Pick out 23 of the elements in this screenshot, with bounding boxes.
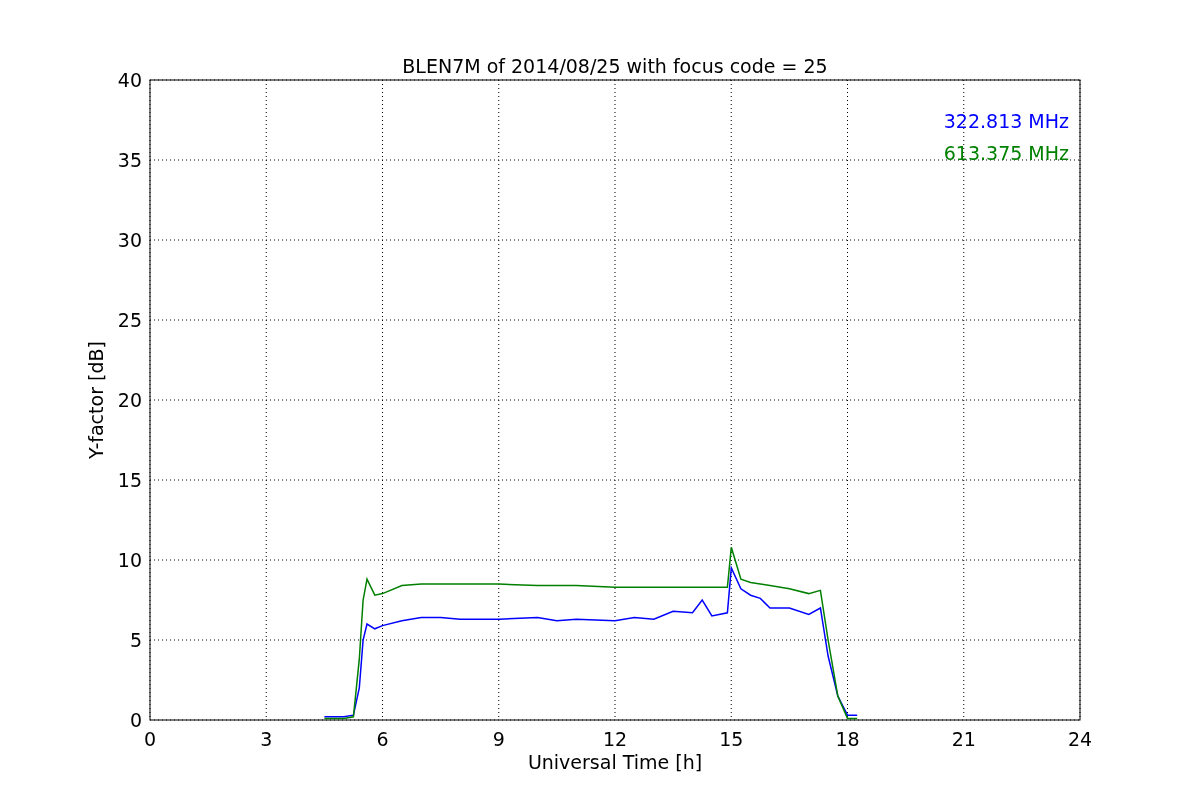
y-tick-label: 0 <box>129 709 142 731</box>
x-tick-label: 9 <box>492 728 505 750</box>
x-tick-label: 3 <box>260 728 273 750</box>
x-tick-label: 24 <box>1067 728 1093 750</box>
y-tick-label: 40 <box>117 69 142 91</box>
y-tick-label: 35 <box>117 149 142 171</box>
y-tick-label: 20 <box>117 389 142 411</box>
y-tick-label: 25 <box>117 309 142 331</box>
chart-title: BLEN7M of 2014/08/25 with focus code = 25 <box>402 55 828 77</box>
x-tick-label: 18 <box>835 728 860 750</box>
x-tick-label: 15 <box>719 728 744 750</box>
x-tick-label: 0 <box>143 728 157 750</box>
y-tick-label: 30 <box>117 229 142 251</box>
legend-label: 322.813 MHz <box>943 110 1069 132</box>
legend-label: 613.375 MHz <box>943 142 1069 164</box>
y-tick-label: 10 <box>117 549 142 571</box>
y-tick-label: 15 <box>117 469 142 491</box>
y-axis-label: Y-factor [dB] <box>85 341 107 459</box>
x-tick-label: 21 <box>951 728 976 750</box>
x-axis-label: Universal Time [h] <box>527 751 703 773</box>
x-tick-label: 6 <box>376 728 389 750</box>
x-tick-label: 12 <box>602 728 628 750</box>
y-tick-label: 5 <box>129 629 142 651</box>
